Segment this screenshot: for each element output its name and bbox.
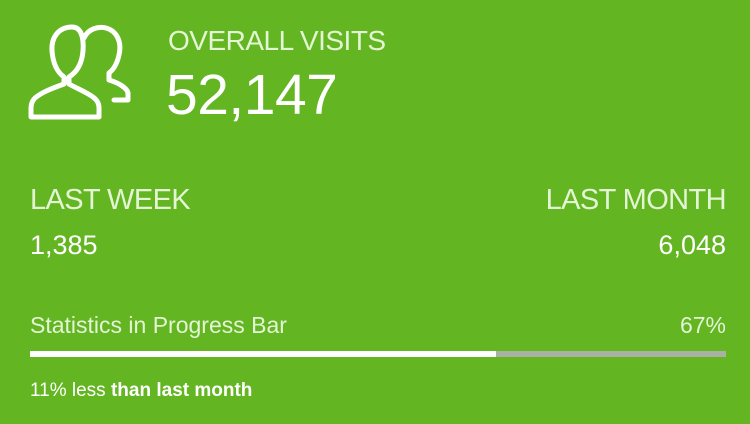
progress-bar-fill bbox=[30, 351, 497, 357]
users-icon bbox=[28, 24, 131, 120]
overall-visits-label: OVERALL VISITS bbox=[168, 25, 386, 56]
overall-visits-value: 52,147 bbox=[166, 63, 338, 127]
progress-label: Statistics in Progress Bar bbox=[30, 312, 287, 338]
visits-stat-card: OVERALL VISITS 52,147 LAST WEEK 1,385 LA… bbox=[0, 0, 750, 424]
last-week-label: LAST WEEK bbox=[30, 184, 191, 216]
last-month-value: 6,048 bbox=[658, 230, 726, 260]
last-week-value: 1,385 bbox=[30, 230, 98, 260]
footnote-prefix: 11% less bbox=[30, 380, 111, 401]
progress-bar-track bbox=[30, 351, 726, 357]
footnote-emphasis: than last month bbox=[110, 380, 253, 401]
last-month-label: LAST MONTH bbox=[545, 184, 727, 216]
comparison-footnote: 11% less than last month bbox=[30, 378, 252, 404]
progress-percent: 67% bbox=[679, 312, 726, 338]
